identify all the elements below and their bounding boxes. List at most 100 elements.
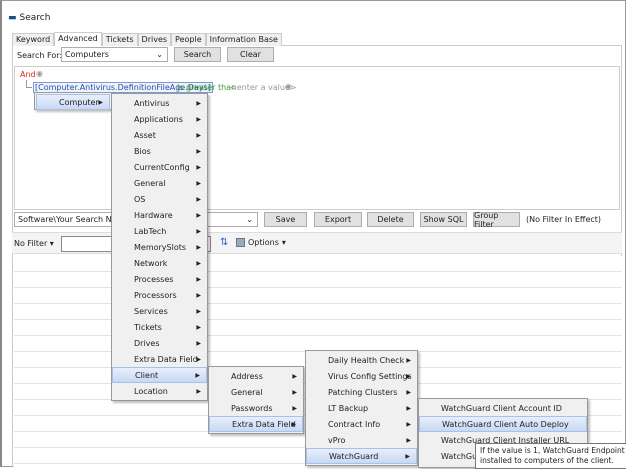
submenu-arrow-icon: ▶ bbox=[406, 356, 411, 364]
submenu-arrow-icon: ▶ bbox=[405, 452, 410, 460]
menu-item[interactable]: WatchGuard Client Account ID bbox=[419, 400, 587, 416]
menu-item[interactable]: Antivirus ▶ bbox=[112, 95, 207, 111]
menu-item-label: Services bbox=[134, 306, 168, 316]
options-icon bbox=[236, 238, 245, 247]
menu-item-label: Daily Health Check bbox=[328, 355, 405, 365]
menu-item-label: WatchGu bbox=[441, 451, 478, 461]
tab-advanced[interactable]: Advanced bbox=[54, 32, 102, 46]
clear-button[interactable]: Clear bbox=[227, 47, 274, 62]
menu-item[interactable]: General ▶ bbox=[209, 384, 303, 400]
no-filter-dropdown[interactable]: No Filter ▾ bbox=[14, 239, 54, 248]
menu-item[interactable]: Processes ▶ bbox=[112, 271, 207, 287]
tab-information-base[interactable]: Information Base bbox=[205, 33, 282, 46]
save-button[interactable]: Save bbox=[264, 212, 307, 227]
menu-item-label: LabTech bbox=[134, 226, 167, 236]
dropdown-arrow-icon: ▾ bbox=[49, 239, 54, 248]
search-for-select[interactable]: Computers ⌄ bbox=[61, 47, 168, 62]
menu-item-label: Applications bbox=[134, 114, 183, 124]
menu-item-label: Extra Data Field bbox=[134, 354, 198, 364]
options-label: Options bbox=[248, 238, 279, 247]
remove-icon[interactable]: ◉ bbox=[285, 82, 292, 91]
submenu-arrow-icon: ▶ bbox=[196, 99, 201, 107]
delete-button[interactable]: Delete bbox=[367, 212, 414, 227]
tab-tickets[interactable]: Tickets bbox=[101, 33, 138, 46]
menu-item[interactable]: Extra Data Field ▶ bbox=[112, 351, 207, 367]
menu-item[interactable]: Tickets ▶ bbox=[112, 319, 207, 335]
menu-item[interactable]: General ▶ bbox=[112, 175, 207, 191]
menu-item[interactable]: Network ▶ bbox=[112, 255, 207, 271]
submenu-arrow-icon: ▶ bbox=[196, 339, 201, 347]
options-button[interactable]: Options ▾ bbox=[236, 238, 286, 247]
refresh-icon[interactable]: ⇅ bbox=[220, 237, 228, 248]
menu-item-label: WatchGuard bbox=[329, 451, 379, 461]
menu-item[interactable]: OS ▶ bbox=[112, 191, 207, 207]
menu-item-label: CurrentConfig bbox=[134, 162, 190, 172]
menu-item[interactable]: Daily Health Check ▶ bbox=[306, 352, 417, 368]
submenu-arrow-icon: ▶ bbox=[196, 291, 201, 299]
submenu-arrow-icon: ▶ bbox=[406, 436, 411, 444]
menu-item[interactable]: Hardware ▶ bbox=[112, 207, 207, 223]
submenu-arrow-icon: ▶ bbox=[196, 355, 201, 363]
menu-item[interactable]: CurrentConfig ▶ bbox=[112, 159, 207, 175]
menu-item-label: Network bbox=[134, 258, 168, 268]
tab-keyword[interactable]: Keyword bbox=[12, 33, 55, 46]
menu-item[interactable]: LT Backup ▶ bbox=[306, 400, 417, 416]
submenu-arrow-icon: ▶ bbox=[406, 404, 411, 412]
and-operator[interactable]: And bbox=[20, 70, 36, 79]
menu-item-label: Tickets bbox=[134, 322, 162, 332]
chevron-down-icon: ⌄ bbox=[156, 50, 163, 59]
menu-level-1: Computer ▶ bbox=[34, 92, 112, 110]
field-tooltip: If the value is 1, WatchGuard Endpoint S… bbox=[475, 443, 626, 469]
menu-item-label: Bios bbox=[134, 146, 151, 156]
menu-item[interactable]: Location ▶ bbox=[112, 383, 207, 399]
menu-item-label: Passwords bbox=[231, 403, 273, 413]
export-button[interactable]: Export bbox=[314, 212, 362, 227]
menu-item[interactable]: Applications ▶ bbox=[112, 111, 207, 127]
group-filter-button[interactable]: Group Filter bbox=[473, 211, 520, 229]
criteria-operator[interactable]: Is greater than bbox=[177, 83, 236, 92]
window-title: ▬ Search bbox=[8, 13, 51, 23]
menu-item[interactable]: Patching Clusters ▶ bbox=[306, 384, 417, 400]
menu-item-computer[interactable]: Computer ▶ bbox=[36, 94, 110, 110]
menu-item[interactable]: WatchGuard ▶ bbox=[306, 448, 417, 464]
menu-item[interactable]: Drives ▶ bbox=[112, 335, 207, 351]
search-for-label: Search For: bbox=[17, 51, 63, 60]
menu-item[interactable]: Contract Info ▶ bbox=[306, 416, 417, 432]
show-sql-button[interactable]: Show SQL bbox=[420, 212, 467, 227]
tab-strip: Keyword Advanced Tickets Drives People I… bbox=[12, 32, 282, 46]
tab-drives[interactable]: Drives bbox=[137, 33, 172, 46]
chevron-down-icon: ⌄ bbox=[246, 215, 253, 224]
dropdown-arrow-icon: ▾ bbox=[281, 238, 286, 247]
menu-item[interactable]: Processors ▶ bbox=[112, 287, 207, 303]
menu-item[interactable]: Bios ▶ bbox=[112, 143, 207, 159]
submenu-arrow-icon: ▶ bbox=[196, 275, 201, 283]
search-button[interactable]: Search bbox=[174, 47, 221, 62]
submenu-arrow-icon: ▶ bbox=[196, 131, 201, 139]
menu-item[interactable]: Extra Data Field ▶ bbox=[209, 416, 303, 432]
menu-item[interactable]: Client ▶ bbox=[112, 367, 207, 383]
submenu-arrow-icon: ▶ bbox=[196, 115, 201, 123]
submenu-arrow-icon: ▶ bbox=[196, 179, 201, 187]
menu-item-label: OS bbox=[134, 194, 146, 204]
submenu-arrow-icon: ▶ bbox=[292, 372, 297, 380]
menu-item-label: WatchGuard Client Account ID bbox=[441, 403, 562, 413]
menu-item-label: MemorySlots bbox=[134, 242, 187, 252]
menu-item[interactable]: MemorySlots ▶ bbox=[112, 239, 207, 255]
add-icon[interactable]: ◉ bbox=[36, 69, 43, 78]
submenu-arrow-icon: ▶ bbox=[196, 195, 201, 203]
menu-item[interactable]: Address ▶ bbox=[209, 368, 303, 384]
menu-item-label: LT Backup bbox=[328, 403, 369, 413]
menu-item[interactable]: Passwords ▶ bbox=[209, 400, 303, 416]
menu-item[interactable]: WatchGuard Client Auto Deploy bbox=[419, 416, 587, 432]
tooltip-line: installed to computers of the client. bbox=[480, 456, 614, 465]
menu-item[interactable]: Asset ▶ bbox=[112, 127, 207, 143]
menu-item[interactable]: LabTech ▶ bbox=[112, 223, 207, 239]
menu-level-2: Antivirus ▶ Applications ▶ Asset ▶ Bios ▶ Curren… bbox=[111, 93, 208, 401]
submenu-arrow-icon: ▶ bbox=[292, 388, 297, 396]
submenu-arrow-icon: ▶ bbox=[196, 211, 201, 219]
tab-people[interactable]: People bbox=[171, 33, 206, 46]
menu-item[interactable]: Services ▶ bbox=[112, 303, 207, 319]
submenu-arrow-icon: ▶ bbox=[98, 98, 103, 106]
menu-item[interactable]: Virus Config Settings ▶ bbox=[306, 368, 417, 384]
menu-item[interactable]: vPro ▶ bbox=[306, 432, 417, 448]
